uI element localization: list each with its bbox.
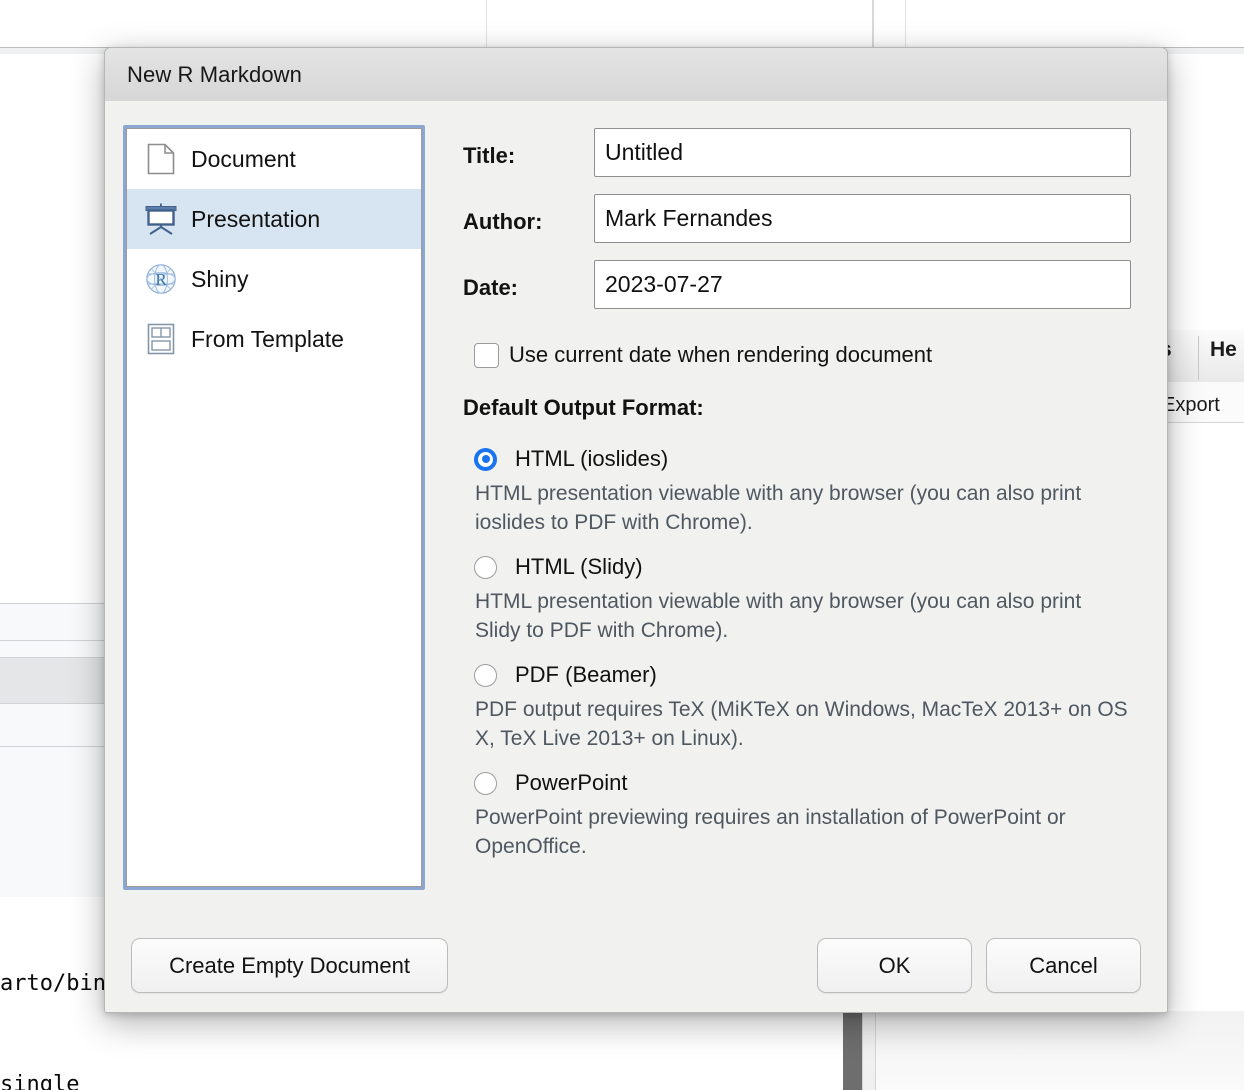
output-format-radio-group: HTML (ioslides) HTML presentation viewab…	[474, 443, 1143, 861]
background-tab-separator	[1198, 336, 1199, 380]
console-scrollbar-thumb[interactable]	[843, 1011, 862, 1090]
shiny-r-globe-icon: R	[143, 261, 179, 297]
sidebar-item-from-template[interactable]: From Template	[127, 309, 421, 369]
radio-description: HTML presentation viewable with any brow…	[475, 482, 1082, 534]
radio-label: HTML (Slidy)	[515, 554, 643, 579]
dialog-body: Document Presentation R Shiny From Templ…	[105, 101, 1167, 1012]
sidebar-item-shiny[interactable]: R Shiny	[127, 249, 421, 309]
ok-button[interactable]: OK	[817, 938, 972, 993]
date-input[interactable]	[594, 260, 1131, 309]
document-type-listbox[interactable]: Document Presentation R Shiny From Templ…	[123, 125, 425, 890]
background-lower-right-pane	[876, 1011, 1244, 1090]
author-field-row: Author:	[463, 191, 1143, 257]
radio-description: HTML presentation viewable with any brow…	[475, 590, 1082, 642]
title-label: Title:	[463, 143, 516, 168]
background-export-button[interactable]: Export	[1162, 394, 1220, 417]
background-panel-row-1	[0, 604, 104, 641]
screen: s He Export arto/bin single_ ces/lib rm6…	[0, 0, 1244, 1090]
dialog-form: Title: Author: Date: Use current date wh…	[463, 125, 1143, 875]
svg-text:R: R	[155, 270, 167, 289]
background-pane-divider-3	[905, 0, 906, 47]
background-panel-row-5	[0, 747, 104, 897]
sidebar-item-label: Document	[191, 145, 296, 172]
new-r-markdown-dialog: New R Markdown Document Presentation R S…	[104, 47, 1168, 1013]
radio-item-pdf-beamer[interactable]: PDF (Beamer) PDF output requires TeX (Mi…	[474, 659, 1143, 753]
sidebar-item-presentation[interactable]: Presentation	[127, 189, 421, 249]
document-icon	[143, 141, 179, 177]
dialog-title: New R Markdown	[127, 62, 303, 87]
radio-html-slidy[interactable]	[474, 555, 497, 579]
author-label: Author:	[463, 209, 543, 234]
background-panel-line-3	[0, 657, 104, 658]
author-input[interactable]	[594, 194, 1131, 243]
sidebar-item-document[interactable]: Document	[127, 129, 421, 189]
template-layout-icon	[143, 321, 179, 357]
title-field-row: Title:	[463, 125, 1143, 191]
radio-description: PowerPoint previewing requires an instal…	[475, 806, 1066, 858]
sidebar-item-label: From Template	[191, 325, 344, 352]
console-line: single_	[0, 1071, 93, 1090]
background-panel-row-2	[0, 641, 104, 657]
radio-label: PDF (Beamer)	[515, 662, 657, 687]
radio-pdf-beamer[interactable]	[474, 663, 497, 687]
sidebar-item-label: Shiny	[191, 265, 249, 292]
radio-description: PDF output requires TeX (MiKTeX on Windo…	[475, 698, 1128, 750]
radio-item-powerpoint[interactable]: PowerPoint PowerPoint previewing require…	[474, 767, 1143, 861]
date-label: Date:	[463, 275, 519, 300]
dialog-button-row: Create Empty Document OK Cancel	[105, 938, 1167, 1008]
default-output-format-heading: Default Output Format:	[463, 395, 704, 420]
radio-label: HTML (ioslides)	[515, 446, 669, 471]
console-scrollbar-track[interactable]	[862, 1011, 876, 1090]
radio-head[interactable]: PDF (Beamer)	[474, 659, 1143, 691]
background-panel-row-4	[0, 704, 104, 746]
use-current-date-label: Use current date when rendering document	[509, 342, 933, 367]
radio-html-ioslides[interactable]	[474, 447, 497, 471]
background-panel-line-2	[0, 640, 104, 641]
background-panel-row-3	[0, 658, 104, 703]
sidebar-item-label: Presentation	[191, 205, 321, 232]
use-current-date-checkbox-row[interactable]: Use current date when rendering document	[474, 337, 1143, 373]
radio-label: PowerPoint	[515, 770, 628, 795]
radio-head[interactable]: HTML (ioslides)	[474, 443, 1143, 475]
background-pane-divider-1	[486, 0, 487, 47]
radio-head[interactable]: HTML (Slidy)	[474, 551, 1143, 583]
create-empty-document-button[interactable]: Create Empty Document	[131, 938, 448, 993]
radio-powerpoint[interactable]	[474, 771, 497, 795]
radio-item-html-slidy[interactable]: HTML (Slidy) HTML presentation viewable …	[474, 551, 1143, 645]
title-input[interactable]	[594, 128, 1131, 177]
background-editor-pane	[0, 0, 1244, 47]
cancel-button[interactable]: Cancel	[986, 938, 1141, 993]
radio-item-html-ioslides[interactable]: HTML (ioslides) HTML presentation viewab…	[474, 443, 1143, 537]
background-tab-help[interactable]: He	[1210, 338, 1237, 362]
dialog-titlebar: New R Markdown	[105, 48, 1167, 102]
radio-head[interactable]: PowerPoint	[474, 767, 1143, 799]
date-field-row: Date:	[463, 257, 1143, 323]
background-panel-line-1	[0, 603, 104, 604]
use-current-date-checkbox[interactable]	[474, 342, 499, 368]
presentation-icon	[143, 201, 179, 237]
background-pane-divider-2	[872, 0, 874, 47]
document-type-list: Document Presentation R Shiny From Templ…	[126, 128, 422, 887]
